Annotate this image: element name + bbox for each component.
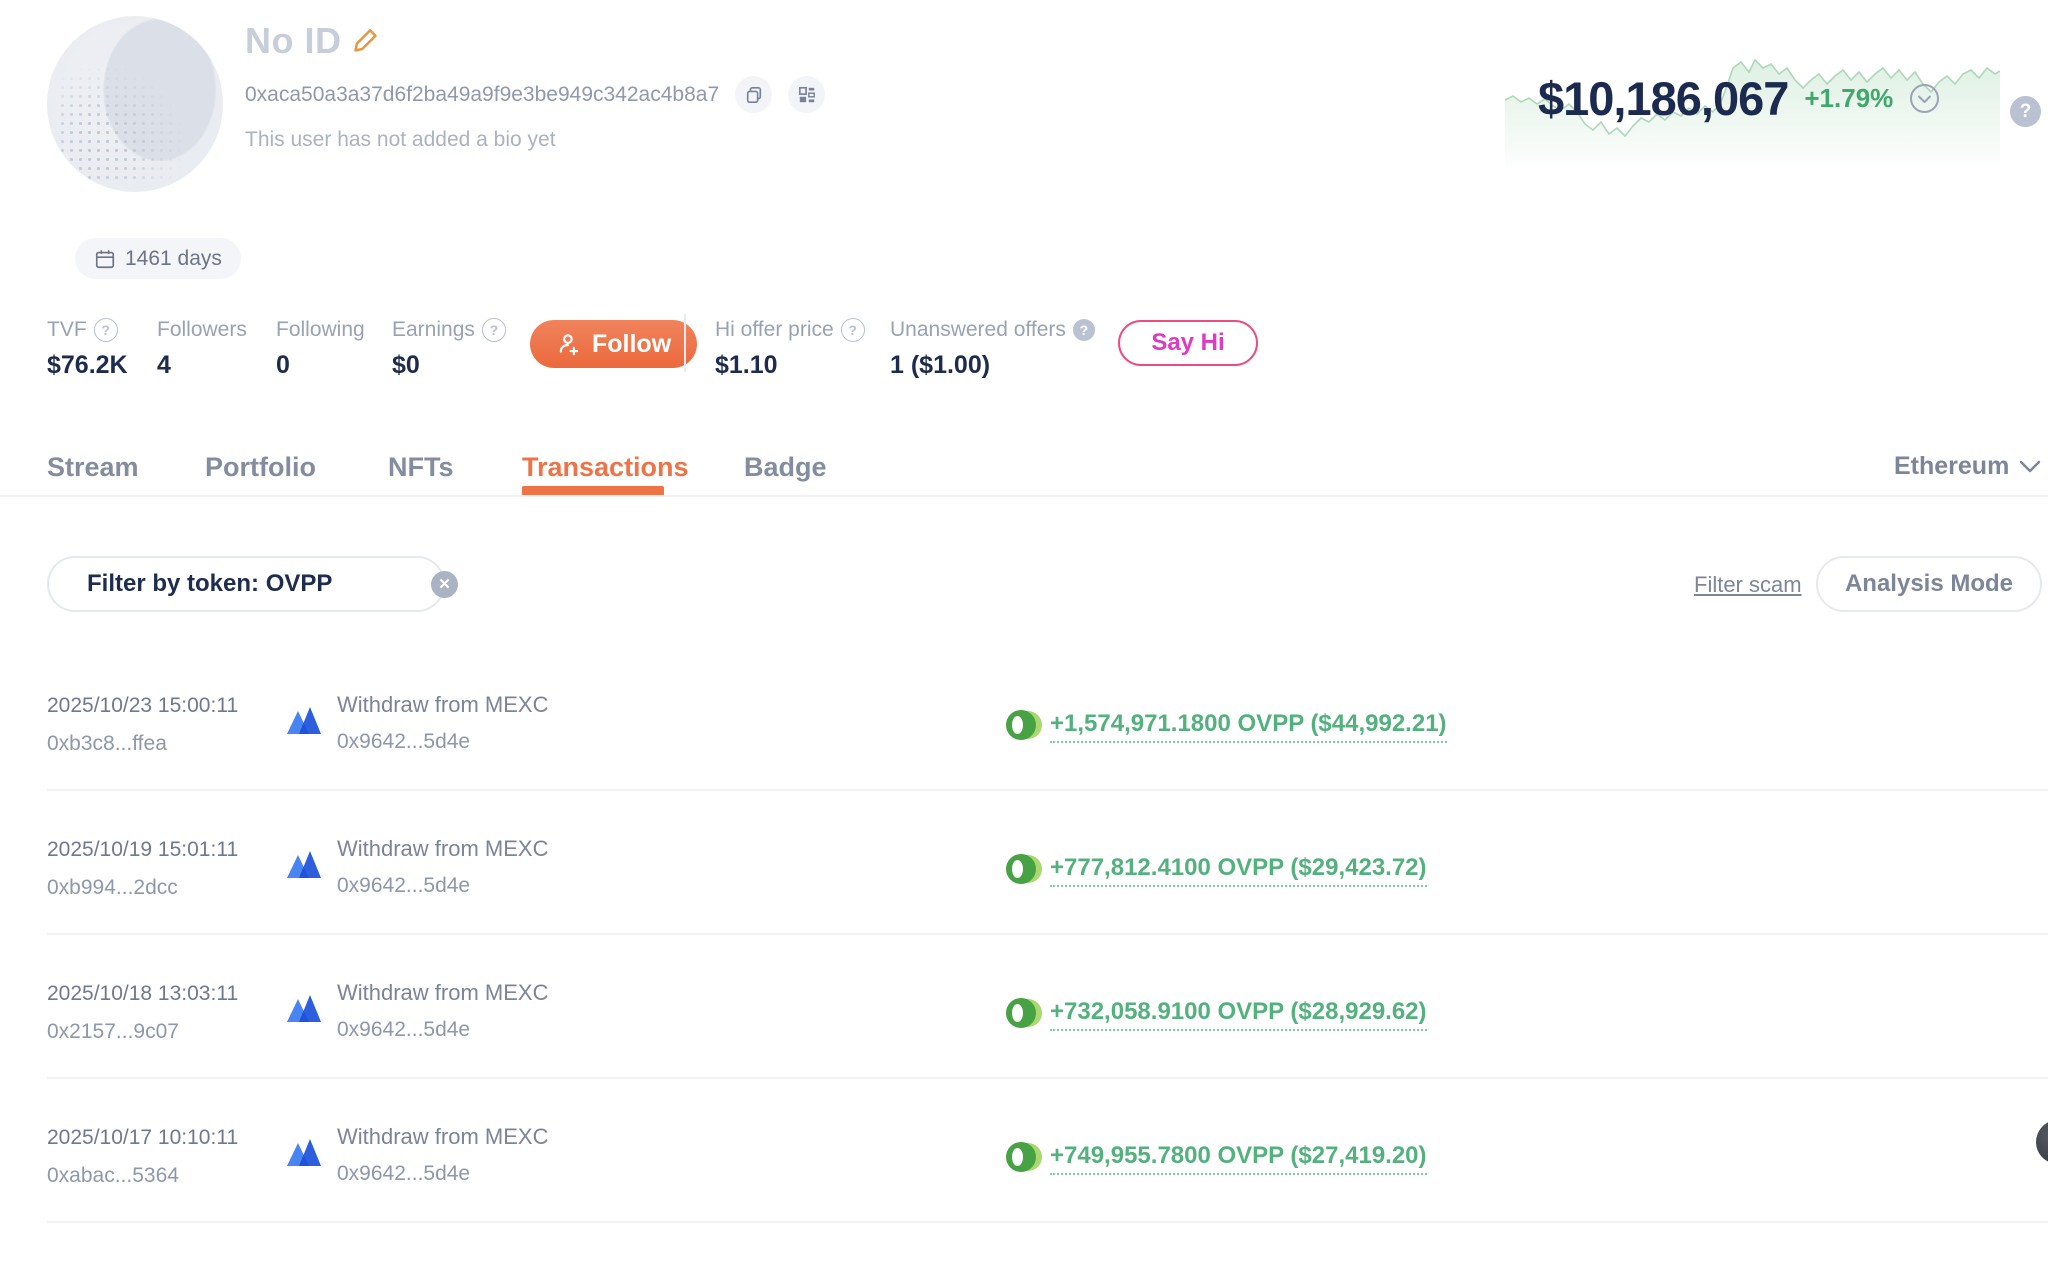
token-filter-box[interactable]: ✕ <box>47 556 445 612</box>
person-add-icon <box>556 331 582 357</box>
tx-hash-link[interactable]: 0xb3c8...ffea <box>47 732 167 756</box>
tx-counterparty-link[interactable]: 0x9642...5d4e <box>337 874 470 898</box>
ovpp-token-icon <box>1006 710 1042 740</box>
transaction-row: 2025/10/18 13:03:11 0x2157...9c07 Withdr… <box>0 974 2048 1118</box>
networth-value: $10,186,067 <box>1538 71 1788 126</box>
stat-label: Following <box>276 318 365 342</box>
stat-value: $1.10 <box>715 351 865 380</box>
chevron-down-circle-icon <box>1909 83 1940 114</box>
stat-tvf: TVF ? $76.2K <box>47 318 128 380</box>
stat-label: TVF <box>47 318 87 342</box>
wallet-address: 0xaca50a3a37d6f2ba49a9f9e3be949c342ac4b8… <box>245 83 719 107</box>
earnings-help-icon[interactable]: ? <box>482 318 506 342</box>
tx-hash-link[interactable]: 0xabac...5364 <box>47 1164 179 1188</box>
stat-value: $76.2K <box>47 351 128 380</box>
ovpp-token-icon <box>1006 854 1042 884</box>
stat-following[interactable]: Following 0 <box>276 318 365 380</box>
hi-offer-help-icon[interactable]: ? <box>841 318 865 342</box>
transaction-row: 2025/10/17 10:10:11 0xabac...5364 Withdr… <box>0 1118 2048 1262</box>
tab-nfts[interactable]: NFTs <box>388 452 454 483</box>
profile-name: No ID <box>245 20 342 62</box>
tx-date: 2025/10/19 15:01:11 <box>47 838 238 862</box>
tx-hash-link[interactable]: 0xb994...2dcc <box>47 876 178 900</box>
row-divider <box>47 789 2048 791</box>
chain-selector[interactable]: Ethereum <box>1894 452 2041 481</box>
stats-divider <box>684 314 686 372</box>
follow-button-label: Follow <box>592 330 671 359</box>
mexc-logo-icon <box>285 988 323 1026</box>
mexc-logo-icon <box>285 1132 323 1170</box>
ovpp-token-icon <box>1006 1142 1042 1172</box>
copy-address-button[interactable] <box>735 76 772 113</box>
transaction-row: 2025/10/19 15:01:11 0xb994...2dcc Withdr… <box>0 830 2048 974</box>
tx-action: Withdraw from MEXC <box>337 836 548 862</box>
tx-action: Withdraw from MEXC <box>337 692 548 718</box>
account-age-badge: 1461 days <box>75 238 241 279</box>
stat-label: Followers <box>157 318 247 342</box>
follow-button[interactable]: Follow <box>530 320 697 368</box>
tx-amount-link[interactable]: +1,574,971.1800 OVPP ($44,992.21) <box>1050 710 1447 743</box>
tab-badge[interactable]: Badge <box>744 452 827 483</box>
tx-counterparty-link[interactable]: 0x9642...5d4e <box>337 730 470 754</box>
filter-scam-link[interactable]: Filter scam <box>1694 572 1802 598</box>
stat-unanswered-offers: Unanswered offers ? 1 ($1.00) <box>890 318 1095 380</box>
stat-followers[interactable]: Followers 4 <box>157 318 247 380</box>
tx-counterparty-link[interactable]: 0x9642...5d4e <box>337 1018 470 1042</box>
stat-label: Unanswered offers <box>890 318 1066 342</box>
unanswered-offers-help-icon[interactable]: ? <box>1073 319 1095 341</box>
stat-value: $0 <box>392 351 506 380</box>
tab-portfolio[interactable]: Portfolio <box>205 452 316 483</box>
stat-hi-offer-price: Hi offer price ? $1.10 <box>715 318 865 380</box>
account-age-label: 1461 days <box>125 247 222 271</box>
mexc-logo-icon <box>285 844 323 882</box>
tx-action: Withdraw from MEXC <box>337 980 548 1006</box>
stat-value: 0 <box>276 351 365 380</box>
stat-value: 4 <box>157 351 247 380</box>
stat-label: Hi offer price <box>715 318 834 342</box>
edit-name-icon[interactable] <box>352 26 382 56</box>
tx-counterparty-link[interactable]: 0x9642...5d4e <box>337 1162 470 1186</box>
token-filter-input[interactable] <box>85 569 417 599</box>
copy-icon <box>745 86 763 104</box>
tx-amount-link[interactable]: +777,812.4100 OVPP ($29,423.72) <box>1050 854 1427 887</box>
tab-stream[interactable]: Stream <box>47 452 139 483</box>
clear-filter-button[interactable]: ✕ <box>431 571 458 598</box>
row-divider <box>47 1077 2048 1079</box>
tx-date: 2025/10/18 13:03:11 <box>47 982 238 1006</box>
qr-code-icon <box>798 86 816 104</box>
stat-label: Earnings <box>392 318 475 342</box>
stat-earnings: Earnings ? $0 <box>392 318 506 380</box>
tx-date: 2025/10/23 15:00:11 <box>47 694 238 718</box>
tvf-help-icon[interactable]: ? <box>94 318 118 342</box>
transaction-row: 2025/10/23 15:00:11 0xb3c8...ffea Withdr… <box>0 686 2048 830</box>
profile-bio: This user has not added a bio yet <box>245 128 556 152</box>
stat-value: 1 ($1.00) <box>890 351 1095 380</box>
chain-selector-value: Ethereum <box>1894 452 2009 481</box>
tab-transactions[interactable]: Transactions <box>522 452 689 483</box>
calendar-icon <box>94 248 116 270</box>
qr-code-button[interactable] <box>788 76 825 113</box>
networth-expand-button[interactable] <box>1909 83 1940 114</box>
tx-date: 2025/10/17 10:10:11 <box>47 1126 238 1150</box>
tabs-divider <box>0 495 2048 497</box>
avatar <box>47 16 223 192</box>
tx-amount-link[interactable]: +749,955.7800 OVPP ($27,419.20) <box>1050 1142 1427 1175</box>
tx-action: Withdraw from MEXC <box>337 1124 548 1150</box>
tx-amount-link[interactable]: +732,058.9100 OVPP ($28,929.62) <box>1050 998 1427 1031</box>
networth-change-percent: +1.79% <box>1804 83 1893 114</box>
analysis-mode-button[interactable]: Analysis Mode <box>1816 556 2042 612</box>
row-divider <box>47 933 2048 935</box>
mexc-logo-icon <box>285 700 323 738</box>
networth-help-icon[interactable]: ? <box>2010 96 2041 127</box>
ovpp-token-icon <box>1006 998 1042 1028</box>
row-divider <box>47 1221 2048 1223</box>
say-hi-button[interactable]: Say Hi <box>1118 320 1258 366</box>
chevron-down-icon <box>2019 460 2041 474</box>
tx-hash-link[interactable]: 0x2157...9c07 <box>47 1020 179 1044</box>
